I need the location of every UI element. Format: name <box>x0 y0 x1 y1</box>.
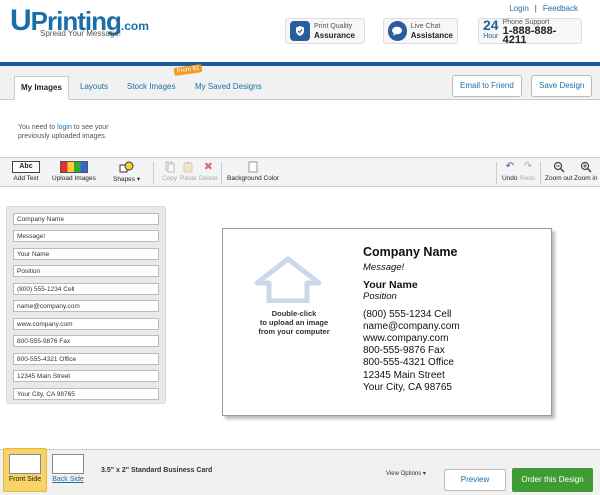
tab-layouts[interactable]: Layouts <box>74 76 114 100</box>
zoom-in-tool[interactable]: Zoom in <box>574 161 597 182</box>
preview-button[interactable]: Preview <box>444 469 506 491</box>
redo-icon: ↷ <box>523 161 532 172</box>
badge-big-text: Assurance <box>314 31 355 40</box>
toolbar-separator <box>496 162 497 184</box>
card-fax[interactable]: 800-555-9876 Fax <box>363 345 445 356</box>
undo-tool[interactable]: ↶ Undo <box>502 161 518 182</box>
email-to-friend-button[interactable]: Email to Friend <box>452 75 522 97</box>
field-office[interactable]: 800-555-4321 Office <box>13 353 159 365</box>
add-text-tool[interactable]: Abc Add Text <box>12 161 40 182</box>
card-city[interactable]: Your City, CA 98765 <box>363 382 452 393</box>
phone-support-badge[interactable]: 24 Hour Phone Support 1-888-888-4211 <box>478 17 582 46</box>
color-swatch-icon <box>227 161 279 173</box>
card-company-name[interactable]: Company Name <box>363 245 457 259</box>
link-separator: | <box>534 4 537 13</box>
shapes-icon <box>113 161 140 173</box>
toolbar-separator <box>540 162 541 184</box>
tabs-row: My Images Layouts Stock Images From $1 M… <box>0 64 600 100</box>
upload-image-icon[interactable] <box>253 255 323 303</box>
24-hour-icon: 24 Hour <box>483 17 499 40</box>
site-header: UPrinting.com Spread Your Message! Login… <box>0 0 600 64</box>
copy-tool[interactable]: Copy <box>162 161 177 182</box>
card-cell[interactable]: (800) 555-1234 Cell <box>363 309 451 320</box>
card-position[interactable]: Position <box>363 291 397 302</box>
field-company-name[interactable]: Company Name <box>13 213 159 225</box>
upload-images-tool[interactable]: Upload Images <box>52 161 96 182</box>
redo-tool[interactable]: ↷ Redo <box>520 161 536 182</box>
from-price-tag: From $1 <box>173 64 203 76</box>
field-email[interactable]: name@company.com <box>13 300 159 312</box>
login-message: You need to login to see your previously… <box>18 124 109 140</box>
logo-letter-u: U <box>10 4 32 37</box>
tab-my-images[interactable]: My Images <box>14 76 69 100</box>
field-website[interactable]: www.company.com <box>13 318 159 330</box>
card-your-name[interactable]: Your Name <box>363 279 418 291</box>
top-links: Login | Feedback <box>509 4 578 13</box>
back-side-thumbnail[interactable]: Back Side <box>48 451 88 489</box>
logo-tagline: Spread Your Message! <box>40 29 121 38</box>
field-city[interactable]: Your City, CA 98765 <box>13 388 159 400</box>
live-chat-badge[interactable]: Live Chat Assistance <box>383 18 458 44</box>
field-street[interactable]: 12345 Main Street <box>13 370 159 382</box>
view-options-dropdown[interactable]: View Options ▾ <box>386 470 426 477</box>
text-fields-panel: Company Name Message! Your Name Position… <box>6 206 166 404</box>
tab-my-saved-designs[interactable]: My Saved Designs <box>189 76 268 100</box>
chat-bubble-icon <box>388 21 407 41</box>
badge-big-text: Assistance <box>410 31 453 40</box>
zoom-out-tool[interactable]: Zoom out <box>545 161 572 182</box>
image-icon <box>59 161 88 173</box>
text-icon: Abc <box>12 161 40 173</box>
login-link[interactable]: Login <box>509 4 529 13</box>
feedback-link[interactable]: Feedback <box>543 4 578 13</box>
zoom-in-icon <box>574 161 597 173</box>
field-fax[interactable]: 800-555-9876 Fax <box>13 335 159 347</box>
front-side-label: Front Side <box>8 476 42 483</box>
card-office[interactable]: 800-555-4321 Office <box>363 357 454 368</box>
card-size-label: 3.5" x 2" Standard Business Card <box>101 467 213 474</box>
order-design-button[interactable]: Order this Design <box>512 468 593 492</box>
badge-small-text: Print Quality <box>314 23 353 30</box>
front-side-preview <box>9 454 41 474</box>
tab-stock-images[interactable]: Stock Images <box>121 76 181 100</box>
zoom-out-icon <box>545 161 572 173</box>
delete-tool[interactable]: ✖ Delete <box>199 161 218 182</box>
toolbar-separator <box>153 162 154 184</box>
logo-dotcom: .com <box>120 19 149 33</box>
login-inline-link[interactable]: login <box>57 124 72 131</box>
card-message[interactable]: Message! <box>363 262 404 273</box>
undo-icon: ↶ <box>505 161 514 172</box>
paste-icon <box>180 161 197 173</box>
upload-image-hint[interactable]: Double-click to upload an image from you… <box>249 309 339 336</box>
shield-icon <box>290 21 310 41</box>
field-position[interactable]: Position <box>13 265 159 277</box>
card-email[interactable]: name@company.com <box>363 321 460 332</box>
background-color-tool[interactable]: Background Color <box>227 161 279 182</box>
delete-icon: ✖ <box>203 161 213 173</box>
editor-toolbar: Abc Add Text Upload Images Shapes ▾ Copy… <box>0 157 600 187</box>
badge-small-text: Live Chat <box>410 23 441 30</box>
images-panel: You need to login to see your previously… <box>0 101 600 157</box>
paste-tool[interactable]: Paste <box>180 161 197 182</box>
field-your-name[interactable]: Your Name <box>13 248 159 260</box>
business-card-preview[interactable]: Double-click to upload an image from you… <box>222 228 552 416</box>
bottom-bar <box>0 449 600 495</box>
copy-icon <box>162 161 177 173</box>
toolbar-separator <box>221 162 222 184</box>
field-cell[interactable]: (800) 555-1234 Cell <box>13 283 159 295</box>
print-quality-badge[interactable]: Print Quality Assurance <box>285 18 365 44</box>
card-street[interactable]: 12345 Main Street <box>363 370 445 381</box>
front-side-thumbnail[interactable]: Front Side <box>5 451 45 489</box>
phone-number: 1-888-888-4211 <box>502 24 557 46</box>
field-message[interactable]: Message! <box>13 230 159 242</box>
shapes-tool[interactable]: Shapes ▾ <box>113 161 140 183</box>
back-side-label: Back Side <box>52 476 84 483</box>
save-design-button[interactable]: Save Design <box>531 75 593 97</box>
card-website[interactable]: www.company.com <box>363 333 448 344</box>
back-side-preview <box>52 454 84 474</box>
